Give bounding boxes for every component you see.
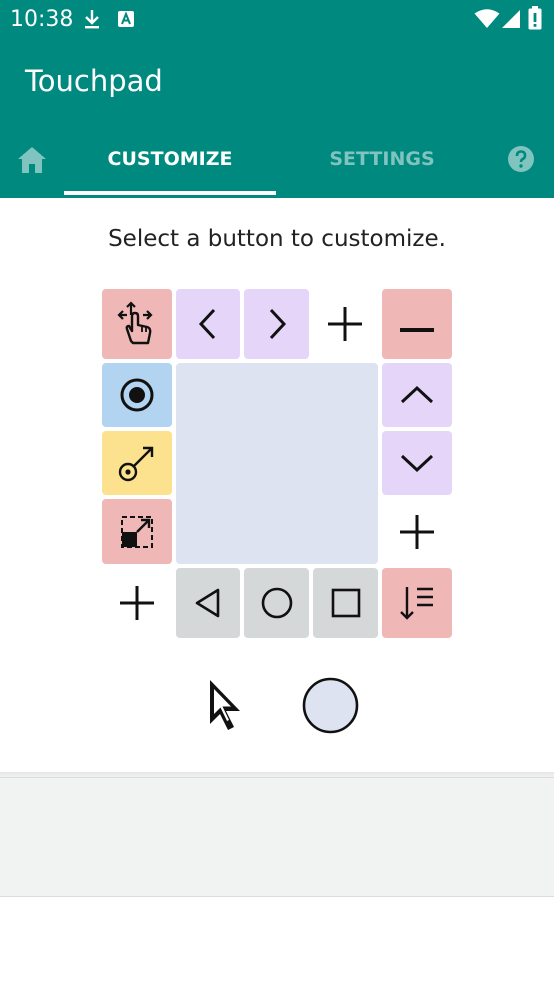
down-arrow-button[interactable]: [382, 431, 452, 495]
touchpad-area[interactable]: [176, 363, 378, 564]
minus-icon: [400, 328, 434, 332]
help-icon: [508, 146, 534, 172]
minus-button[interactable]: [382, 289, 452, 359]
tab-help[interactable]: [488, 134, 554, 194]
tab-customize[interactable]: CUSTOMIZE: [64, 134, 276, 194]
add-button-top[interactable]: [310, 289, 380, 359]
sort-button[interactable]: [382, 568, 452, 638]
up-arrow-button[interactable]: [382, 363, 452, 427]
chevron-up-icon: [400, 385, 434, 404]
move-button[interactable]: [102, 289, 172, 359]
radio-icon: [120, 378, 154, 412]
square-recents-icon: [331, 588, 360, 618]
plus-icon: [400, 514, 434, 549]
status-time: 10:38: [10, 7, 74, 32]
tab-indicator: [64, 191, 276, 195]
plus-icon: [328, 307, 362, 341]
signal-icon: [502, 10, 520, 28]
cursor-option[interactable]: [205, 676, 251, 734]
radio-button[interactable]: [102, 363, 172, 427]
move-hand-icon: [117, 301, 153, 345]
add-button-bottom[interactable]: [102, 568, 172, 638]
left-arrow-button[interactable]: [176, 289, 240, 359]
preview-area: [0, 777, 554, 897]
plus-icon: [120, 586, 154, 620]
app-bar: Touchpad CUSTOMIZE SETTINGS: [0, 38, 554, 198]
a-box-icon: [118, 11, 134, 27]
wifi-icon: [474, 9, 500, 28]
circle-pointer-icon: [302, 677, 359, 734]
resize-button[interactable]: [102, 499, 172, 564]
home-icon: [18, 147, 46, 173]
download-icon: [85, 10, 99, 29]
chevron-right-icon: [269, 308, 286, 340]
tab-home[interactable]: [0, 134, 64, 194]
add-button-right[interactable]: [382, 499, 452, 564]
tab-settings[interactable]: SETTINGS: [276, 134, 488, 194]
recents-button[interactable]: [313, 568, 378, 638]
battery-icon: [528, 6, 542, 30]
resize-icon: [121, 515, 153, 548]
triangle-back-icon: [195, 588, 220, 618]
back-button[interactable]: [176, 568, 240, 638]
chevron-left-icon: [198, 308, 216, 340]
home-nav-button[interactable]: [244, 568, 309, 638]
right-arrow-button[interactable]: [244, 289, 309, 359]
chevron-down-icon: [400, 454, 434, 473]
app-title: Touchpad: [25, 64, 163, 98]
circle-pointer-option[interactable]: [302, 677, 359, 734]
status-bar: 10:38: [0, 0, 554, 38]
cursor-arrow-icon: [210, 680, 240, 730]
key-icon: [118, 446, 154, 482]
key-button[interactable]: [102, 431, 172, 495]
circle-home-icon: [261, 587, 292, 619]
sort-descending-icon: [400, 587, 433, 620]
instruction-text: Select a button to customize.: [108, 226, 446, 252]
